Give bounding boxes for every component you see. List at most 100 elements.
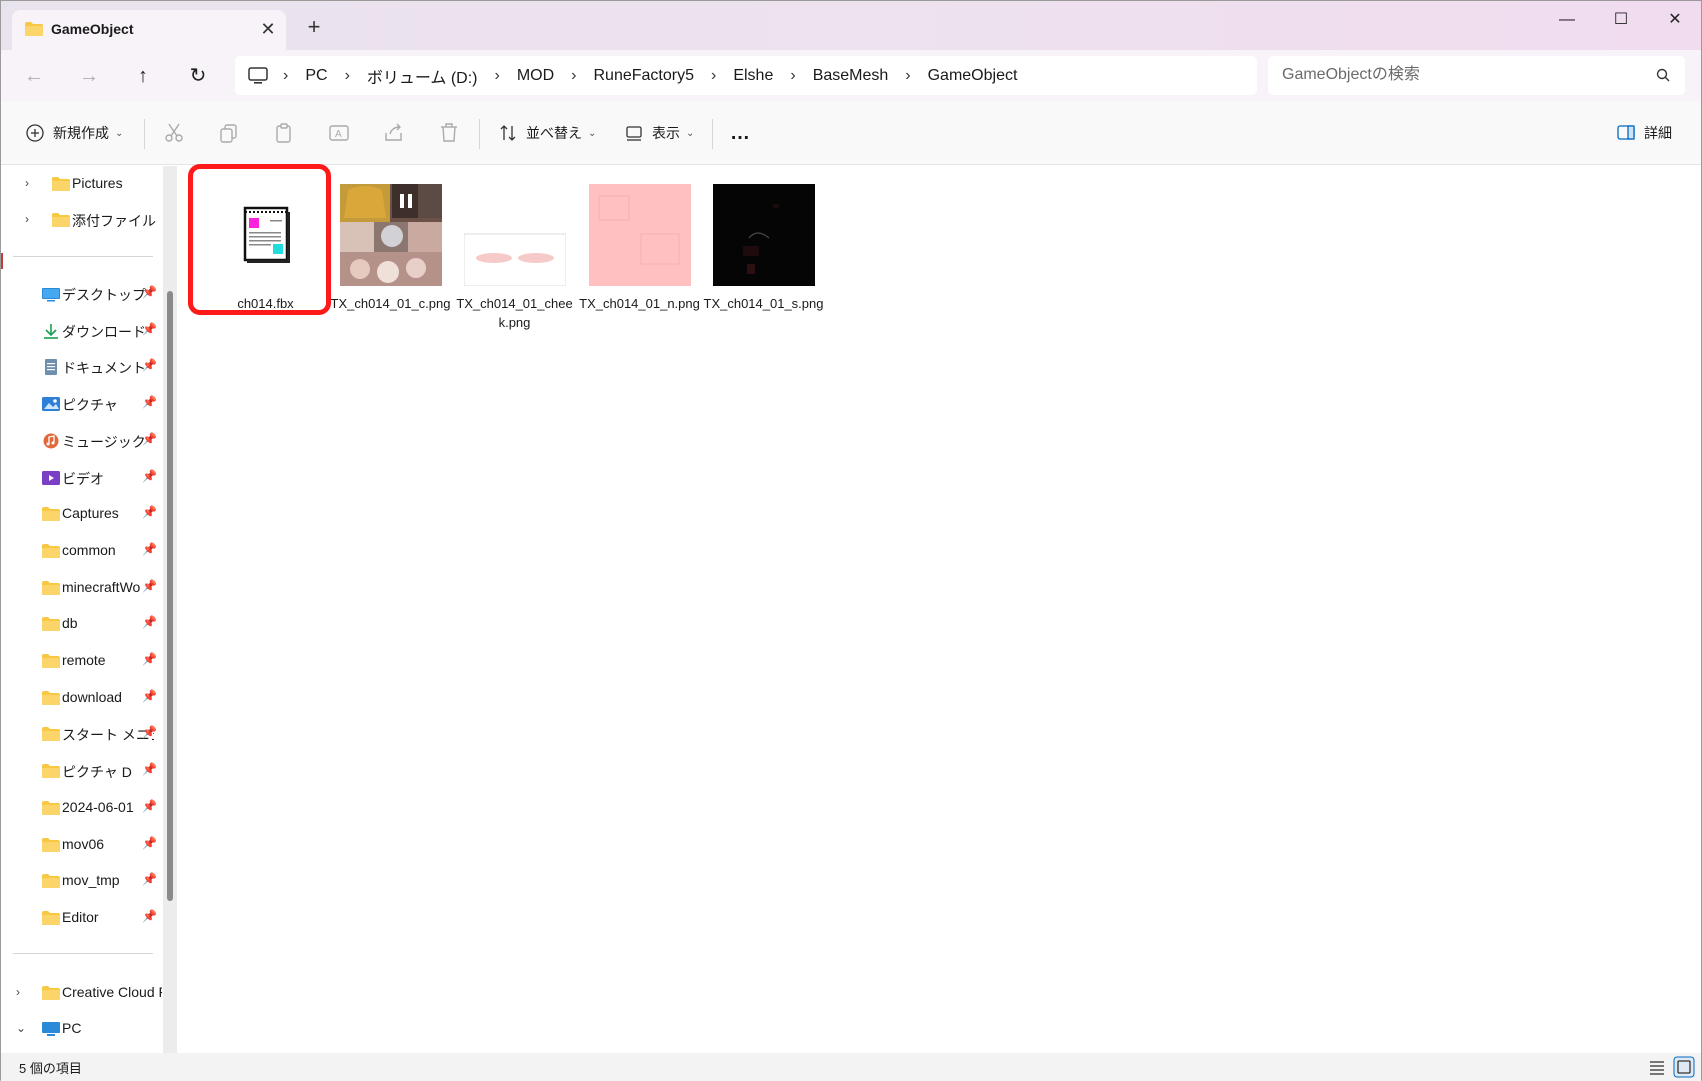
sidebar-item-label: Creative Cloud F [62,984,162,1000]
sidebar-item-ミュージック[interactable]: ミュージック 📌 [1,425,161,457]
tab-gameobject[interactable]: GameObject ✕ [12,10,286,50]
sidebar-item-mov06[interactable]: mov06 📌 [1,829,161,861]
sidebar-item-ピクチャ-d[interactable]: ピクチャ D 📌 [1,755,161,787]
address-bar[interactable]: › PC › ボリューム (D:) › MOD › RuneFactory5 ›… [235,56,1257,95]
cut-icon[interactable] [162,121,186,145]
up-button[interactable]: ↑ [127,60,159,92]
pin-icon[interactable]: 📌 [142,322,157,336]
monitor-icon [248,66,268,84]
svg-text:A: A [335,129,342,140]
pin-icon[interactable]: 📌 [142,542,157,556]
rename-icon[interactable]: A [327,121,351,145]
sidebar-item-creative-cloud-f[interactable]: › Creative Cloud F [1,977,162,1009]
chevron-down-icon: ⌄ [686,127,695,139]
new-tab-button[interactable]: + [301,15,327,41]
breadcrumb-elshe[interactable]: Elshe [733,67,773,85]
pin-icon[interactable]: 📌 [142,432,157,446]
delete-icon[interactable] [437,121,461,145]
chevron-right-icon[interactable]: › [16,985,20,999]
file-name: TX_ch014_01_n.png [579,296,700,311]
sidebar-item-pictures[interactable]: › Pictures [1,168,161,200]
maximize-button[interactable]: ☐ [1598,5,1644,35]
search-box[interactable] [1268,56,1685,95]
search-input[interactable] [1282,64,1642,86]
sidebar-item-minecraftwo[interactable]: minecraftWo 📌 [1,572,161,604]
sidebar-item-label: 2024-06-01 [62,798,134,815]
sidebar-item-スタート-メニュ[interactable]: スタート メニュ-📌 [1,718,161,750]
chevron-right-icon[interactable]: › [25,176,29,190]
file-name: TX_ch014_01_s.png [703,296,824,311]
chevron-down-icon[interactable]: ⌄ [16,1021,26,1035]
breadcrumb-volume-d[interactable]: ボリューム (D:) [367,64,478,88]
sidebar-item-ピクチャ[interactable]: ピクチャ 📌 [1,388,161,420]
forward-button[interactable]: → [73,60,105,92]
sidebar-scrollbar-thumb[interactable] [167,291,173,901]
sidebar-item-デスクトップ[interactable]: デスクトップ 📌 [1,278,161,310]
pin-icon[interactable]: 📌 [142,689,157,703]
pin-icon[interactable]: 📌 [142,469,157,483]
breadcrumb-mod[interactable]: MOD [517,67,554,85]
sidebar-item-label: ダウンロード [62,323,146,340]
refresh-button[interactable]: ↻ [182,60,214,92]
sort-button[interactable]: 並べ替え ⌄ [498,117,596,149]
details-pane-button[interactable]: 詳細 [1616,117,1672,149]
folder-icon [51,212,71,228]
sidebar-item-mov-tmp[interactable]: mov_tmp 📌 [1,865,161,897]
sidebar-item-db[interactable]: db 📌 [1,608,161,640]
minimize-button[interactable]: — [1544,5,1590,35]
pin-icon[interactable]: 📌 [142,285,157,299]
details-view-icon[interactable] [1646,1056,1668,1078]
breadcrumb-pc[interactable]: PC [305,67,327,85]
more-options-button[interactable]: … [730,117,750,149]
sidebar-item-common[interactable]: common 📌 [1,535,161,567]
pin-icon[interactable]: 📌 [142,762,157,776]
sidebar-item-label: download [62,688,122,705]
large-icons-view-icon[interactable] [1673,1056,1695,1078]
pin-icon[interactable]: 📌 [142,799,157,813]
sort-button-label: 並べ替え [526,125,582,141]
sidebar-item-添付ファイル[interactable]: › 添付ファイル [1,204,161,236]
sidebar-item-ドキュメント[interactable]: ドキュメント 📌 [1,351,161,383]
breadcrumb-gameobject[interactable]: GameObject [928,67,1018,85]
file-name: TX_ch014_01_cheek.png [456,296,573,330]
pin-icon[interactable]: 📌 [142,652,157,666]
details-pane-icon [1617,125,1635,140]
copy-icon[interactable] [217,121,241,145]
pin-icon[interactable]: 📌 [142,872,157,886]
pin-icon[interactable]: 📌 [142,358,157,372]
sidebar-item-download[interactable]: download 📌 [1,682,161,714]
sidebar-item-label: Captures [62,505,119,522]
close-tab-icon[interactable]: ✕ [256,18,280,42]
folder-icon [41,690,61,706]
pin-icon[interactable]: 📌 [142,725,157,739]
sidebar-item-editor[interactable]: Editor 📌 [1,902,161,934]
share-icon[interactable] [382,121,406,145]
sidebar-item-ビデオ[interactable]: ビデオ 📌 [1,462,161,494]
pin-icon[interactable]: 📌 [142,836,157,850]
view-button[interactable]: 表示 ⌄ [624,117,694,149]
sidebar-item-captures[interactable]: Captures 📌 [1,498,161,530]
sidebar-item-2024-06-01[interactable]: 2024-06-01 📌 [1,792,161,824]
new-button[interactable]: 新規作成 ⌄ [25,117,123,149]
pin-icon[interactable]: 📌 [142,579,157,593]
folder-icon [41,616,61,632]
pin-icon[interactable]: 📌 [142,505,157,519]
sidebar-item-label: db [62,615,78,632]
close-window-button[interactable]: ✕ [1652,5,1698,35]
pin-icon[interactable]: 📌 [142,395,157,409]
pin-icon[interactable]: 📌 [142,615,157,629]
pin-icon[interactable]: 📌 [142,909,157,923]
image-thumbnail-icon [340,184,442,286]
chevron-right-icon: › [283,66,289,84]
chevron-right-icon: › [711,66,717,84]
back-button[interactable]: ← [18,60,50,92]
sidebar-item-remote[interactable]: remote 📌 [1,645,161,677]
breadcrumb-runefactory5[interactable]: RuneFactory5 [594,67,695,85]
paste-icon[interactable] [272,121,296,145]
breadcrumb-basemesh[interactable]: BaseMesh [813,67,889,85]
sidebar-item-pc[interactable]: ⌄ PC [1,1013,161,1045]
folder-icon [41,653,61,669]
chevron-right-icon[interactable]: › [25,212,29,226]
video-icon [41,470,61,486]
sidebar-item-ダウンロード[interactable]: ダウンロード 📌 [1,315,161,347]
